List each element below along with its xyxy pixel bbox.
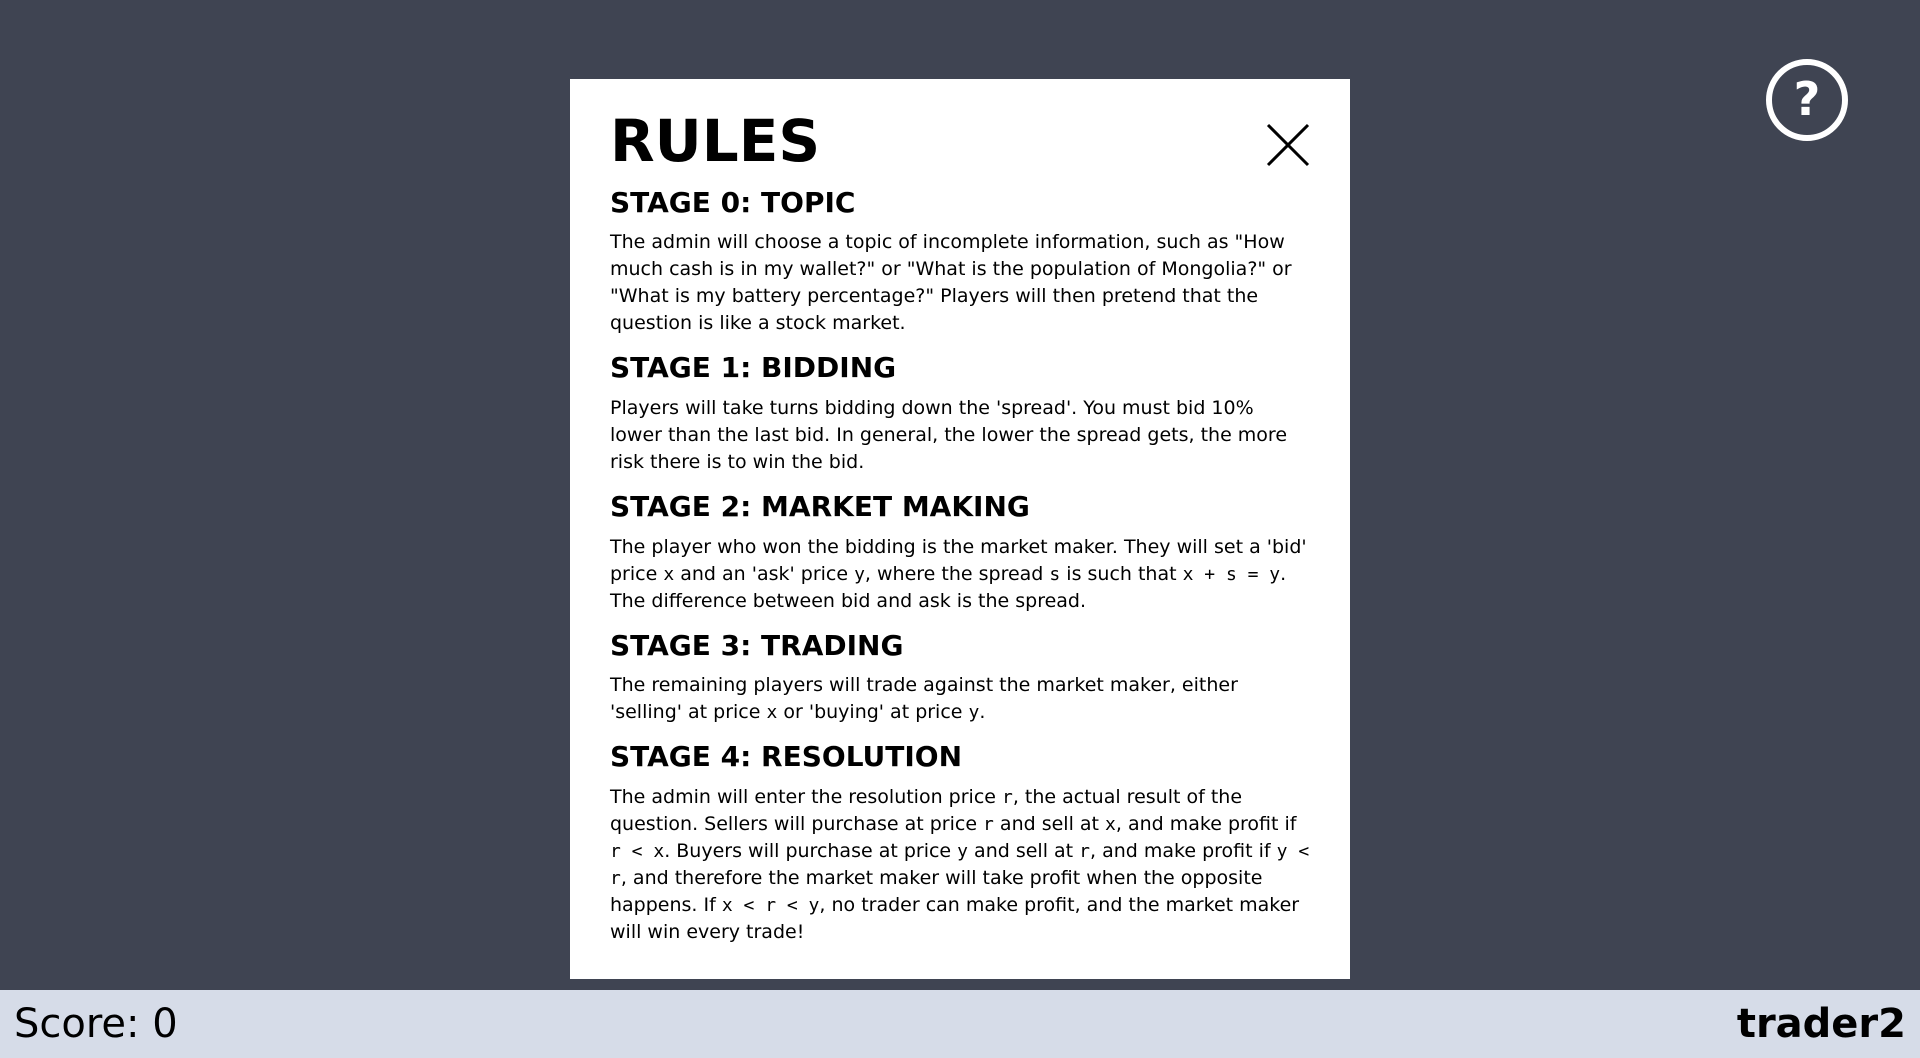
inline-code: r xyxy=(983,813,994,835)
text-segment: and an 'ask' price xyxy=(674,562,855,585)
score-label: Score: 0 xyxy=(14,1001,178,1047)
inline-code: y xyxy=(957,840,969,862)
text-segment: The admin will enter the resolution pric… xyxy=(610,785,1002,808)
stage-section: STAGE 2: MARKET MAKING The player who won… xyxy=(610,490,1310,615)
username-label: trader2 xyxy=(1736,1001,1906,1047)
question-mark-icon: ? xyxy=(1793,72,1821,126)
text-segment: , and make profit if xyxy=(1115,812,1297,835)
stage-heading: STAGE 4: RESOLUTION xyxy=(610,740,963,774)
rules-modal: RULES STAGE 0: TOPIC The admin will choos… xyxy=(570,79,1350,979)
inline-code: y xyxy=(854,563,865,585)
stage-description: The admin will enter the resolution pric… xyxy=(610,784,1310,946)
close-icon[interactable] xyxy=(1266,123,1310,167)
inline-code: r < x xyxy=(610,840,665,862)
text-segment: or 'buying' at price xyxy=(777,701,969,724)
text-segment: . Buyers will purchase at price xyxy=(664,839,958,862)
stages-list: STAGE 0: TOPIC The admin will choose a to… xyxy=(610,186,1310,946)
inline-code: r xyxy=(1079,840,1091,862)
inline-code: y xyxy=(968,702,980,724)
text-segment: Players will take turns bidding down the… xyxy=(610,397,1288,474)
text-segment: , where the spread xyxy=(864,562,1050,585)
stage-description: The player who won the bidding is the ma… xyxy=(610,534,1310,615)
inline-code: x xyxy=(1105,813,1116,835)
stage-section: STAGE 0: TOPIC The admin will choose a to… xyxy=(610,186,1310,338)
stage-description: The admin will choose a topic of incompl… xyxy=(610,229,1310,337)
inline-code: x xyxy=(766,702,778,724)
stage-section: STAGE 1: BIDDING Players will take turns … xyxy=(610,351,1310,476)
inline-code: s xyxy=(1049,563,1061,585)
stage-heading: STAGE 1: BIDDING xyxy=(610,351,897,385)
stage-heading: STAGE 0: TOPIC xyxy=(610,185,856,219)
text-segment: , and make profit if xyxy=(1090,839,1277,862)
stage-section: STAGE 3: TRADING The remaining players wi… xyxy=(610,629,1310,727)
text-segment: and sell at xyxy=(968,839,1080,862)
inline-code: r xyxy=(1002,786,1013,808)
help-button[interactable]: ? xyxy=(1766,59,1848,141)
modal-title: RULES xyxy=(610,107,821,175)
inline-code: x xyxy=(663,563,675,585)
inline-code: x + s = y xyxy=(1182,563,1281,585)
inline-code: x < r < y xyxy=(721,894,820,916)
text-segment: The admin will choose a topic of incompl… xyxy=(610,231,1292,335)
stage-description: Players will take turns bidding down the… xyxy=(610,395,1310,476)
text-segment: is such that xyxy=(1060,562,1183,585)
text-segment: . xyxy=(979,701,986,724)
footer-bar: Score: 0 trader2 xyxy=(0,990,1920,1058)
stage-description: The remaining players will trade against… xyxy=(610,672,1310,726)
stage-heading: STAGE 3: TRADING xyxy=(610,628,904,662)
stage-section: STAGE 4: RESOLUTION The admin will enter … xyxy=(610,740,1310,946)
stage-heading: STAGE 2: MARKET MAKING xyxy=(610,490,1030,524)
text-segment: and sell at xyxy=(993,812,1106,835)
